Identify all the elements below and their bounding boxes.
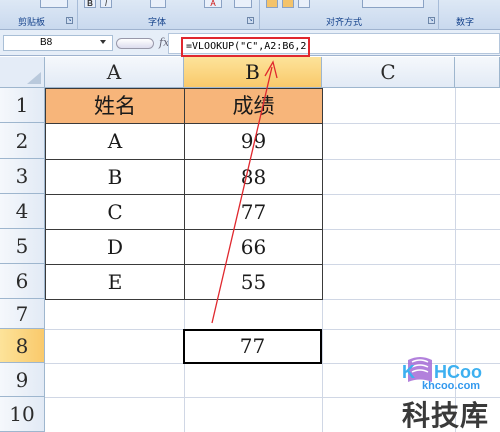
row-header-1[interactable]: 1	[0, 88, 45, 123]
row-header-6[interactable]: 6	[0, 264, 45, 299]
italic-button[interactable]: I	[100, 0, 112, 8]
row-header-4[interactable]: 4	[0, 194, 45, 229]
row-header-3[interactable]: 3	[0, 159, 45, 194]
column-header-c[interactable]: C	[322, 57, 455, 88]
cell-b5[interactable]: 66	[184, 229, 323, 265]
watermark: K HCoo khcoo.com 科技库	[400, 352, 500, 432]
cell-a6[interactable]: E	[45, 264, 185, 300]
cell-b1-score-header[interactable]: 成绩	[184, 88, 323, 124]
cell-a3[interactable]: B	[45, 159, 185, 195]
cell-b6[interactable]: 55	[184, 264, 323, 300]
cell-a1-name-header[interactable]: 姓名	[45, 88, 185, 124]
name-box-dropdown-icon[interactable]	[100, 40, 106, 44]
name-box[interactable]: B8	[3, 35, 113, 51]
ribbon: B I A 剪贴板 ↘ 字体 ↘ 对齐方式 ↘ 数字	[0, 0, 500, 30]
cell-a2[interactable]: A	[45, 123, 185, 160]
column-header-d[interactable]	[455, 57, 500, 88]
font-color-button[interactable]: A	[204, 0, 222, 8]
align-center-button[interactable]	[282, 0, 294, 8]
svg-text:HCoo: HCoo	[434, 362, 482, 382]
group-divider	[438, 0, 439, 30]
cell-b2[interactable]: 99	[184, 123, 323, 160]
align-left-button[interactable]	[266, 0, 278, 8]
row-header-7[interactable]: 7	[0, 299, 45, 329]
number-group-label: 数字	[456, 18, 475, 28]
paste-format-button[interactable]	[40, 0, 68, 8]
clipboard-launcher-icon[interactable]: ↘	[66, 17, 73, 24]
row-header-5[interactable]: 5	[0, 229, 45, 264]
font-group-label: 字体	[148, 18, 167, 28]
group-divider	[77, 0, 78, 30]
border-button[interactable]	[150, 0, 166, 8]
formula-text[interactable]: =VLOOKUP("C",A2:B6,2)	[181, 37, 310, 57]
row-header-8[interactable]: 8	[0, 329, 45, 363]
row-header-10[interactable]: 10	[0, 397, 45, 432]
svg-text:K: K	[402, 362, 415, 382]
clipboard-group-label: 剪贴板	[18, 18, 46, 28]
cell-b3[interactable]: 88	[184, 159, 323, 195]
row-header-2[interactable]: 2	[0, 123, 45, 159]
align-right-button[interactable]	[298, 0, 310, 8]
row-header-9[interactable]: 9	[0, 363, 45, 397]
watermark-site: khcoo.com	[422, 380, 481, 392]
formula-bar-splitter[interactable]	[116, 38, 154, 49]
font-launcher-icon[interactable]: ↘	[247, 17, 254, 24]
select-all-icon	[27, 72, 41, 84]
column-header-a[interactable]: A	[45, 57, 184, 88]
cell-a5[interactable]: D	[45, 229, 185, 265]
cell-b4[interactable]: 77	[184, 194, 323, 230]
merge-center-button[interactable]	[362, 0, 424, 8]
bold-button[interactable]: B	[84, 0, 96, 8]
phonetic-button[interactable]	[234, 0, 252, 8]
cell-a4[interactable]: C	[45, 194, 185, 230]
selected-cell-b8[interactable]: 77	[183, 329, 322, 364]
alignment-launcher-icon[interactable]: ↘	[428, 17, 435, 24]
alignment-group-label: 对齐方式	[326, 18, 363, 28]
watermark-name: 科技库	[402, 399, 490, 432]
column-header-b[interactable]: B	[184, 57, 322, 88]
group-divider	[259, 0, 260, 30]
